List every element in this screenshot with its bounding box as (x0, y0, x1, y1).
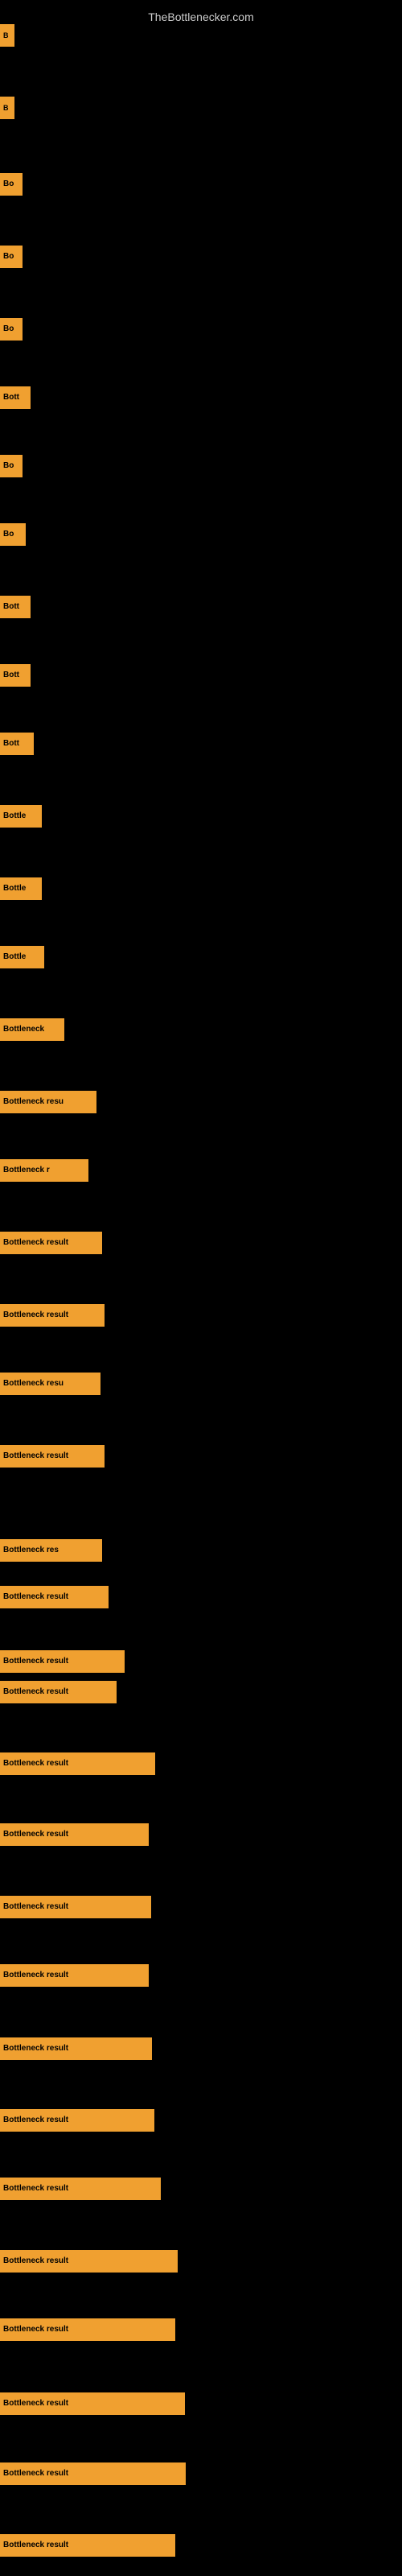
bar-item: Bottle (0, 805, 42, 828)
bar-item: Bottleneck result (0, 2109, 154, 2132)
bar-item: Bottleneck result (0, 1232, 102, 1254)
bar-label: Bo (0, 318, 23, 341)
bar-label: Bottleneck result (0, 1681, 117, 1703)
bar-item: Bottle (0, 946, 44, 968)
bar-item: Bottle (0, 877, 42, 900)
bar-label: Bott (0, 386, 31, 409)
bar-item: Bo (0, 318, 23, 341)
bar-item: Bott (0, 386, 31, 409)
bar-item: Bottleneck result (0, 1752, 155, 1775)
bar-label: Bo (0, 246, 23, 268)
bar-label: Bott (0, 596, 31, 618)
bar-label: Bottleneck result (0, 1445, 105, 1468)
bar-item: Bottleneck result (0, 1681, 117, 1703)
bar-label: Bottleneck result (0, 1823, 149, 1846)
bar-label: Bo (0, 173, 23, 196)
bar-label: Bottleneck resu (0, 1373, 100, 1395)
bar-label: Bo (0, 455, 23, 477)
bar-item: Bott (0, 596, 31, 618)
bar-label: Bottleneck result (0, 2037, 152, 2060)
bar-item: Bottleneck result (0, 2318, 175, 2341)
bar-label: Bottleneck result (0, 1232, 102, 1254)
bar-label: Bottleneck (0, 1018, 64, 1041)
bar-label: B (0, 97, 14, 119)
bar-item: B (0, 97, 14, 119)
bar-item: Bo (0, 173, 23, 196)
bar-item: Bottleneck result (0, 1896, 151, 1918)
bar-label: Bottleneck result (0, 1304, 105, 1327)
bar-label: Bottleneck result (0, 2178, 161, 2200)
bar-label: Bottleneck result (0, 2109, 154, 2132)
bar-label: Bottleneck result (0, 1752, 155, 1775)
site-title: TheBottlenecker.com (0, 4, 402, 30)
bar-item: Bottleneck result (0, 1445, 105, 1468)
bar-item: Bottleneck result (0, 2534, 175, 2557)
bar-item: Bottleneck result (0, 2392, 185, 2415)
bar-item: Bott (0, 733, 34, 755)
bar-label: Bottle (0, 877, 42, 900)
bar-item: Bottleneck result (0, 2037, 152, 2060)
bar-label: B (0, 24, 14, 47)
bar-label: Bottleneck res (0, 1539, 102, 1562)
bar-item: Bottleneck result (0, 2462, 186, 2485)
bar-item: Bo (0, 523, 26, 546)
bar-item: Bottleneck resu (0, 1091, 96, 1113)
bar-item: Bottleneck result (0, 1586, 109, 1608)
bar-label: Bottleneck result (0, 1650, 125, 1673)
bar-label: Bottleneck result (0, 2462, 186, 2485)
bar-label: Bott (0, 733, 34, 755)
bar-label: Bottleneck result (0, 1586, 109, 1608)
bar-label: Bottleneck result (0, 1896, 151, 1918)
bar-item: Bottleneck result (0, 2178, 161, 2200)
bar-label: Bottle (0, 946, 44, 968)
bar-item: Bottleneck result (0, 1823, 149, 1846)
bar-item: Bottleneck result (0, 2250, 178, 2273)
bar-item: Bott (0, 664, 31, 687)
bar-label: Bo (0, 523, 26, 546)
bar-label: Bottleneck result (0, 1964, 149, 1987)
bar-label: Bottleneck result (0, 2392, 185, 2415)
bar-item: Bottleneck resu (0, 1373, 100, 1395)
bar-item: Bottleneck result (0, 1650, 125, 1673)
bar-label: Bottleneck result (0, 2534, 175, 2557)
bar-item: Bottleneck result (0, 1964, 149, 1987)
bar-item: Bo (0, 246, 23, 268)
bar-item: Bottleneck res (0, 1539, 102, 1562)
bar-item: Bo (0, 455, 23, 477)
bar-label: Bottleneck r (0, 1159, 88, 1182)
bar-item: B (0, 24, 14, 47)
bar-label: Bottle (0, 805, 42, 828)
bar-label: Bottleneck resu (0, 1091, 96, 1113)
bar-label: Bottleneck result (0, 2250, 178, 2273)
bar-item: Bottleneck (0, 1018, 64, 1041)
bar-label: Bottleneck result (0, 2318, 175, 2341)
bar-label: Bott (0, 664, 31, 687)
bar-item: Bottleneck r (0, 1159, 88, 1182)
bar-item: Bottleneck result (0, 1304, 105, 1327)
